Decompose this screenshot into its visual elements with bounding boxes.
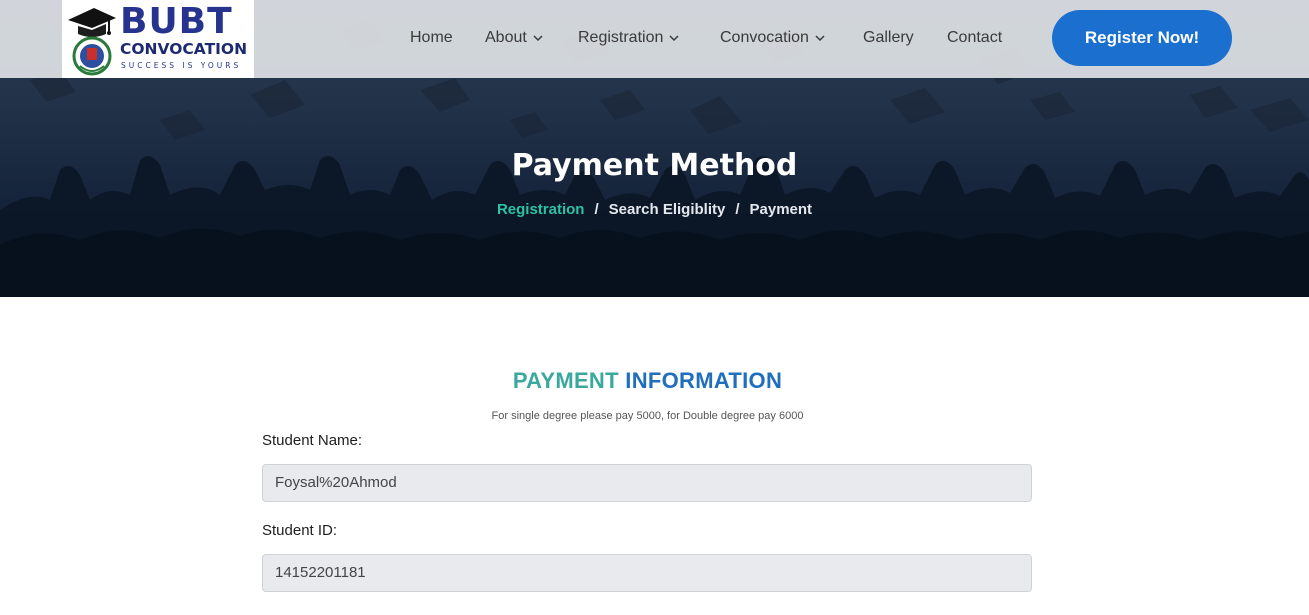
nav-convocation[interactable]: Convocation bbox=[720, 28, 825, 48]
student-name-field[interactable]: Foysal%20Ahmod bbox=[262, 464, 1032, 502]
chevron-down-icon bbox=[815, 35, 825, 42]
register-now-button[interactable]: Register Now! bbox=[1052, 10, 1232, 66]
student-name-label: Student Name: bbox=[262, 432, 363, 449]
nav-contact[interactable]: Contact bbox=[947, 28, 1002, 48]
bubt-convocation-logo[interactable]: BUBT CONVOCATION SUCCESS IS YOURS bbox=[62, 0, 254, 78]
student-id-label: Student ID: bbox=[262, 522, 338, 539]
payment-information-heading: PAYMENT INFORMATION bbox=[0, 367, 1295, 395]
nav-convocation-label: Convocation bbox=[720, 29, 809, 46]
logo-wordmark: BUBT bbox=[120, 1, 233, 42]
student-id-field[interactable]: 14152201181 bbox=[262, 554, 1032, 592]
chevron-down-icon bbox=[669, 35, 679, 42]
nav-about-label: About bbox=[485, 29, 527, 46]
site-header: BUBT CONVOCATION SUCCESS IS YOURS Home A… bbox=[0, 0, 1309, 78]
nav-registration-label: Registration bbox=[578, 29, 664, 46]
breadcrumb-separator: / bbox=[594, 201, 599, 218]
nav-gallery-label: Gallery bbox=[863, 29, 914, 46]
payment-note: For single degree please pay 5000, for D… bbox=[491, 410, 804, 422]
logo-tagline: SUCCESS IS YOURS bbox=[121, 61, 242, 70]
breadcrumb-search-eligibility[interactable]: Search Eligiblity bbox=[609, 201, 726, 218]
graduation-cap-emblem-icon bbox=[68, 8, 116, 76]
page-title: Payment Method bbox=[511, 148, 798, 183]
nav-about[interactable]: About bbox=[485, 28, 543, 48]
nav-contact-label: Contact bbox=[947, 29, 1003, 46]
nav-home-label: Home bbox=[410, 29, 453, 46]
nav-home[interactable]: Home bbox=[410, 28, 453, 48]
heading-part-information: INFORMATION bbox=[625, 368, 783, 393]
heading-part-payment: PAYMENT bbox=[512, 368, 619, 393]
nav-registration[interactable]: Registration bbox=[578, 28, 679, 48]
breadcrumb-registration[interactable]: Registration bbox=[497, 201, 585, 218]
breadcrumb-separator: / bbox=[735, 201, 740, 218]
chevron-down-icon bbox=[533, 35, 543, 42]
breadcrumb: Registration / Search Eligiblity / Payment bbox=[0, 200, 1309, 220]
nav-gallery[interactable]: Gallery bbox=[863, 28, 914, 48]
breadcrumb-payment: Payment bbox=[749, 201, 813, 218]
logo-subtitle: CONVOCATION bbox=[120, 40, 248, 58]
